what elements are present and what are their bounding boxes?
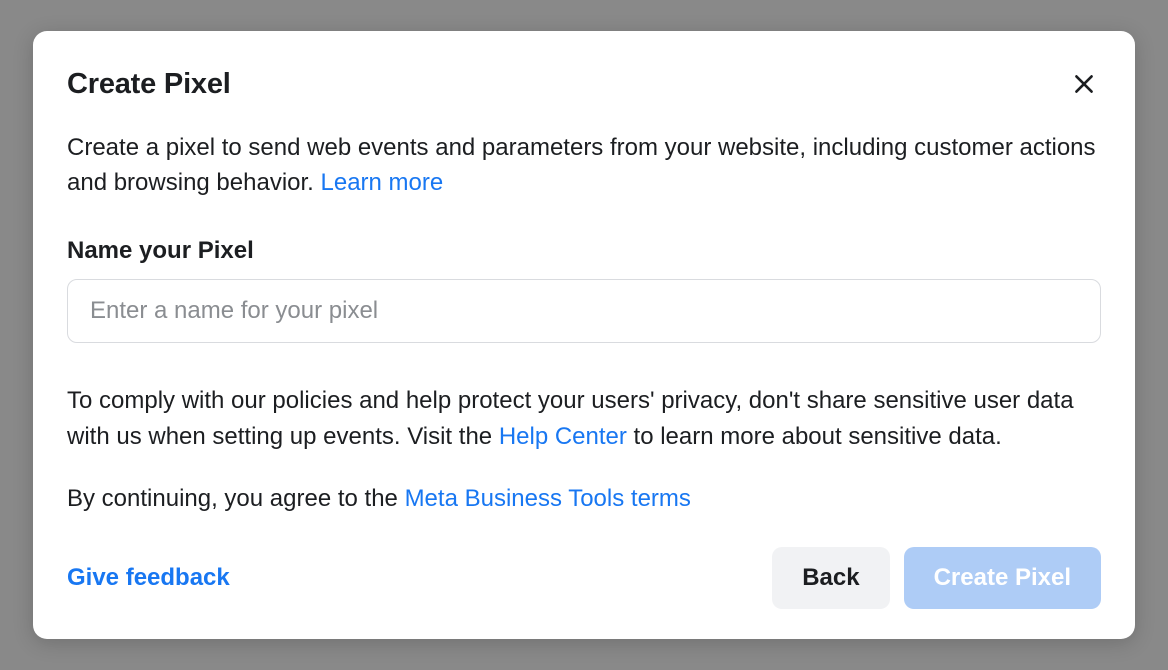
- help-center-link[interactable]: Help Center: [499, 423, 627, 450]
- close-button[interactable]: [1067, 67, 1101, 101]
- terms-text-pre: By continuing, you agree to the: [67, 485, 405, 512]
- terms-link[interactable]: Meta Business Tools terms: [405, 485, 691, 512]
- create-pixel-button[interactable]: Create Pixel: [904, 547, 1101, 609]
- back-button[interactable]: Back: [772, 547, 889, 609]
- terms-text: By continuing, you agree to the Meta Bus…: [67, 481, 1101, 517]
- button-group: Back Create Pixel: [772, 547, 1101, 609]
- modal-footer: Give feedback Back Create Pixel: [67, 527, 1101, 609]
- policy-text: To comply with our policies and help pro…: [67, 383, 1101, 455]
- modal-description: Create a pixel to send web events and pa…: [67, 131, 1101, 201]
- learn-more-link[interactable]: Learn more: [321, 169, 444, 196]
- give-feedback-link[interactable]: Give feedback: [67, 564, 230, 592]
- pixel-name-label: Name your Pixel: [67, 237, 1101, 265]
- modal-header: Create Pixel: [67, 67, 1101, 101]
- pixel-name-input[interactable]: [67, 279, 1101, 343]
- policy-text-post: to learn more about sensitive data.: [627, 423, 1002, 450]
- modal-title: Create Pixel: [67, 68, 231, 101]
- create-pixel-modal: Create Pixel Create a pixel to send web …: [33, 31, 1135, 639]
- description-text: Create a pixel to send web events and pa…: [67, 134, 1096, 196]
- close-icon: [1071, 71, 1097, 97]
